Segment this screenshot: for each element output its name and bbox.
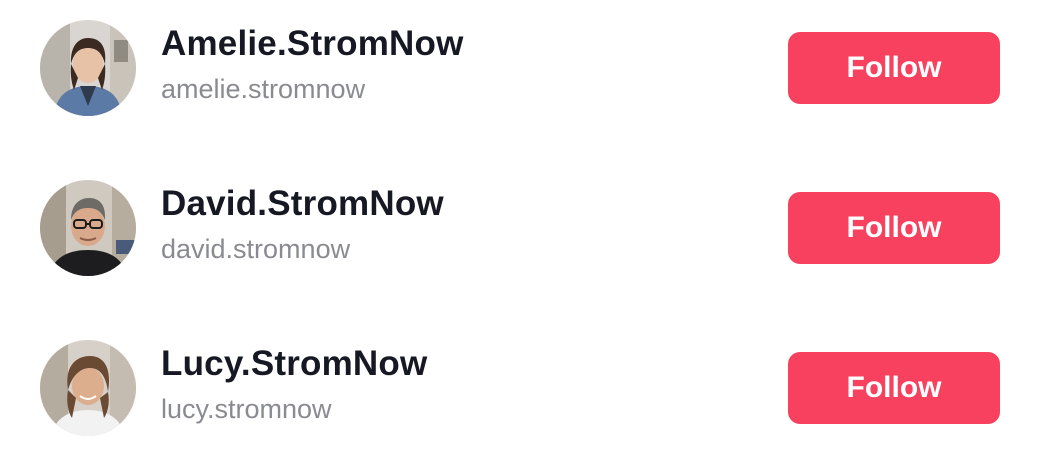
- display-name[interactable]: David.StromNow: [161, 184, 444, 224]
- suggested-accounts-list: Amelie.StromNow amelie.stromnow Follow D…: [0, 0, 1054, 454]
- account-row: Amelie.StromNow amelie.stromnow Follow: [0, 0, 1054, 148]
- account-row: David.StromNow david.stromnow Follow: [0, 148, 1054, 308]
- avatar[interactable]: [40, 340, 136, 436]
- display-name[interactable]: Amelie.StromNow: [161, 24, 464, 64]
- follow-button[interactable]: Follow: [788, 352, 1000, 424]
- account-row: Lucy.StromNow lucy.stromnow Follow: [0, 308, 1054, 468]
- avatar-photo-icon: [40, 180, 136, 276]
- avatar[interactable]: [40, 20, 136, 116]
- username: david.stromnow: [161, 234, 351, 264]
- avatar-photo-icon: [40, 20, 136, 116]
- follow-button[interactable]: Follow: [788, 192, 1000, 264]
- username: lucy.stromnow: [161, 394, 332, 424]
- follow-button[interactable]: Follow: [788, 32, 1000, 104]
- avatar-photo-icon: [40, 340, 136, 436]
- avatar[interactable]: [40, 180, 136, 276]
- username: amelie.stromnow: [161, 74, 366, 104]
- display-name[interactable]: Lucy.StromNow: [161, 344, 427, 384]
